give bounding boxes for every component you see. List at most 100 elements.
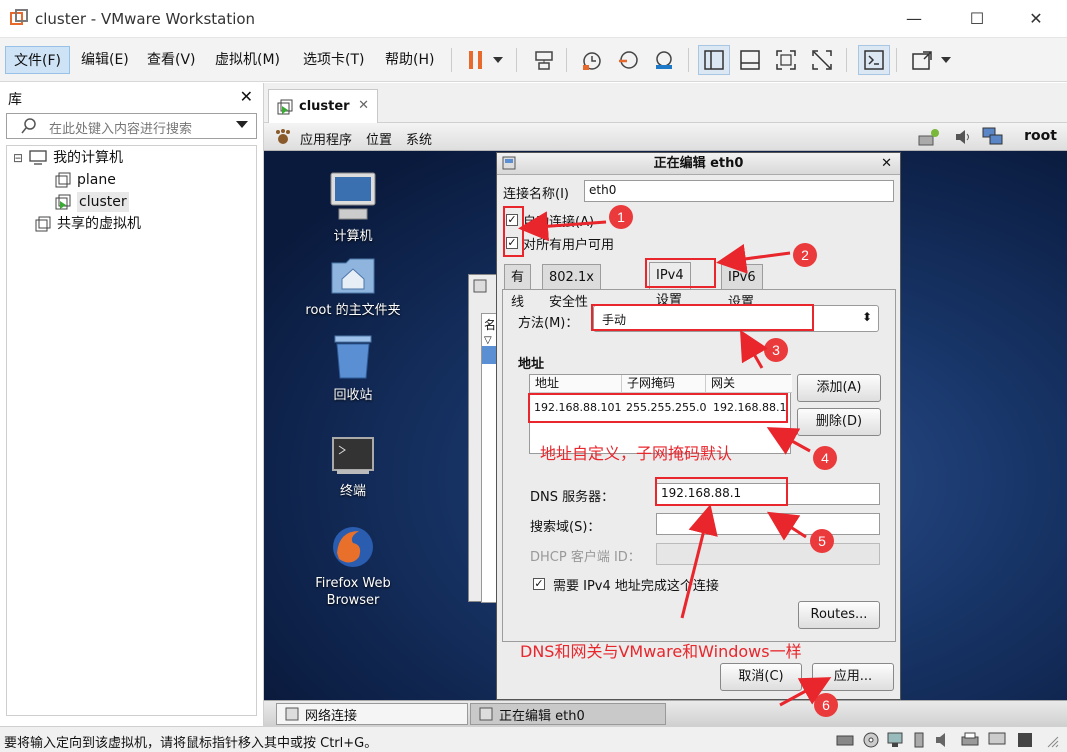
vm-tab-strip: cluster ✕: [264, 83, 1067, 123]
revert-snapshot-button[interactable]: [612, 45, 644, 75]
full-screen-button[interactable]: [770, 45, 802, 75]
stretch-guest-button[interactable]: [906, 45, 938, 75]
power-dropdown-button[interactable]: [488, 45, 508, 75]
tab-cluster[interactable]: cluster ✕: [268, 89, 378, 123]
search-domain-input[interactable]: [656, 513, 880, 535]
guest-top-panel: 应用程序 位置 系统 root: [264, 123, 1067, 151]
taskbar-network-connections[interactable]: 网络连接: [276, 703, 468, 725]
snapshot-button[interactable]: [576, 45, 608, 75]
guest-menu-system[interactable]: 系统: [406, 129, 432, 148]
cancel-button[interactable]: 取消(C): [720, 663, 802, 691]
terminal-icon: [332, 437, 374, 474]
desktop-icon-trash[interactable]: 回收站: [298, 334, 408, 403]
menu-help[interactable]: 帮助(H): [377, 46, 442, 74]
send-ctrl-alt-del-button[interactable]: [528, 45, 560, 75]
cd-rom-icon[interactable]: [862, 731, 880, 749]
library-title: 库: [8, 92, 22, 108]
status-bar: 要将输入定向到该虚拟机，请将鼠标指针移入其中或按 Ctrl+G。: [0, 726, 1067, 752]
search-dropdown-arrow-icon[interactable]: [236, 121, 248, 128]
dialog-title-bar: 正在编辑 eth0 ✕: [497, 153, 900, 175]
guest-menu-applications[interactable]: 应用程序: [300, 129, 352, 148]
thumbnail-bar-button[interactable]: [734, 45, 766, 75]
keyboard-network-icon: [535, 51, 553, 70]
add-address-button[interactable]: 添加(A): [797, 374, 881, 402]
show-library-button[interactable]: [698, 45, 730, 75]
stretch-dropdown-button[interactable]: [936, 45, 956, 75]
network-manager-icon[interactable]: [918, 128, 940, 146]
desktop-icon-label: 计算机: [333, 229, 373, 244]
tree-item-my-computer[interactable]: ⊟ 我的计算机: [13, 148, 123, 168]
taskbar-editing-eth0[interactable]: 正在编辑 eth0: [470, 703, 666, 725]
tree-item-shared-vms[interactable]: 共享的虚拟机: [35, 214, 141, 234]
annotation-number-3: 3: [764, 338, 788, 362]
method-label: 方法(M)：: [518, 316, 579, 331]
delete-address-button[interactable]: 删除(D): [797, 408, 881, 436]
usb-device-icon[interactable]: [910, 731, 928, 749]
display-icon[interactable]: [988, 731, 1006, 749]
dhcp-client-id-input: [656, 543, 880, 565]
computer-icon: [29, 150, 47, 165]
require-ipv4-checkbox[interactable]: ✓: [533, 578, 545, 590]
home-folder-icon: [331, 258, 375, 294]
taskbar-label: 正在编辑 eth0: [499, 708, 585, 724]
revert-snapshot-icon: [619, 51, 638, 69]
fullscreen-icon: [776, 50, 796, 70]
thumbnail-panel-icon: [740, 50, 760, 70]
apply-button[interactable]: 应用...: [812, 663, 894, 691]
routes-button[interactable]: Routes...: [798, 601, 880, 629]
maximize-button[interactable]: ☐: [954, 0, 1000, 38]
console-view-button[interactable]: [858, 45, 890, 75]
column-header-netmask[interactable]: 子网掩码: [622, 375, 706, 393]
menu-tabs[interactable]: 选项卡(T): [295, 46, 372, 74]
vmware-logo-icon: [10, 9, 28, 25]
desktop-icon-home-folder[interactable]: root 的主文件夹: [298, 255, 408, 318]
minimize-button[interactable]: —: [891, 0, 937, 38]
chevron-down-icon: [493, 57, 503, 63]
auto-connect-label: 自动连接(A): [523, 215, 595, 230]
menu-view[interactable]: 查看(V): [139, 46, 204, 74]
annotation-dns-note: DNS和网关与VMware和Windows一样: [520, 642, 802, 661]
pause-icon: [469, 51, 482, 69]
desktop-icon-computer[interactable]: 计算机: [298, 171, 408, 244]
tab-wired[interactable]: 有线: [504, 264, 532, 310]
connection-name-label: 连接名称(I): [503, 187, 569, 202]
guest-menu-places[interactable]: 位置: [366, 129, 392, 148]
desktop-icon-terminal[interactable]: 终端: [298, 436, 408, 499]
library-panel-icon: [704, 50, 724, 70]
resize-grip-icon[interactable]: [1044, 733, 1060, 749]
vm-icon: [55, 172, 71, 188]
sound-card-icon[interactable]: [934, 731, 952, 749]
snapshot-manager-button[interactable]: [648, 45, 680, 75]
network-computers-icon[interactable]: [982, 127, 1004, 147]
tab-ipv6-settings[interactable]: IPv6 设置: [721, 264, 763, 310]
message-log-icon[interactable]: [1016, 731, 1034, 749]
connection-name-input[interactable]: eth0: [584, 180, 894, 202]
printer-icon[interactable]: [960, 731, 980, 749]
annotation-box-dns: [655, 477, 788, 506]
unity-button[interactable]: [806, 45, 838, 75]
window-title: cluster - VMware Workstation: [35, 10, 256, 28]
menu-edit[interactable]: 编辑(E): [73, 46, 137, 74]
tab-8021x-security[interactable]: 802.1x 安全性: [542, 264, 601, 310]
column-header-address[interactable]: 地址: [530, 375, 622, 393]
collapse-toggle-icon[interactable]: ⊟: [13, 148, 23, 168]
edit-connection-dialog: 正在编辑 eth0 ✕ 连接名称(I) eth0 ✓ 自动连接(A) ✓ 对所有…: [496, 152, 901, 700]
tree-item-cluster[interactable]: cluster: [55, 192, 129, 212]
annotation-box-method: [591, 304, 814, 331]
tree-item-plane[interactable]: plane: [55, 170, 116, 190]
library-search-input[interactable]: 在此处键入内容进行搜索: [6, 113, 257, 139]
menu-vm[interactable]: 虚拟机(M): [207, 46, 288, 74]
dialog-close-button[interactable]: ✕: [881, 153, 892, 174]
network-adapter-icon[interactable]: [886, 731, 904, 749]
guest-username: root: [1024, 128, 1057, 144]
column-header-gateway[interactable]: 网关: [706, 375, 792, 393]
menu-file[interactable]: 文件(F): [5, 46, 70, 74]
volume-icon[interactable]: [954, 128, 972, 146]
annotation-box-checkboxes: [503, 206, 524, 257]
desktop-icon-firefox[interactable]: Firefox Web Browser: [298, 523, 408, 609]
dns-server-label: DNS 服务器：: [530, 490, 615, 505]
library-close-button[interactable]: ✕: [240, 87, 253, 106]
tab-close-button[interactable]: ✕: [358, 98, 369, 113]
hard-disk-icon[interactable]: [836, 731, 854, 749]
close-button[interactable]: ✕: [1013, 0, 1059, 38]
